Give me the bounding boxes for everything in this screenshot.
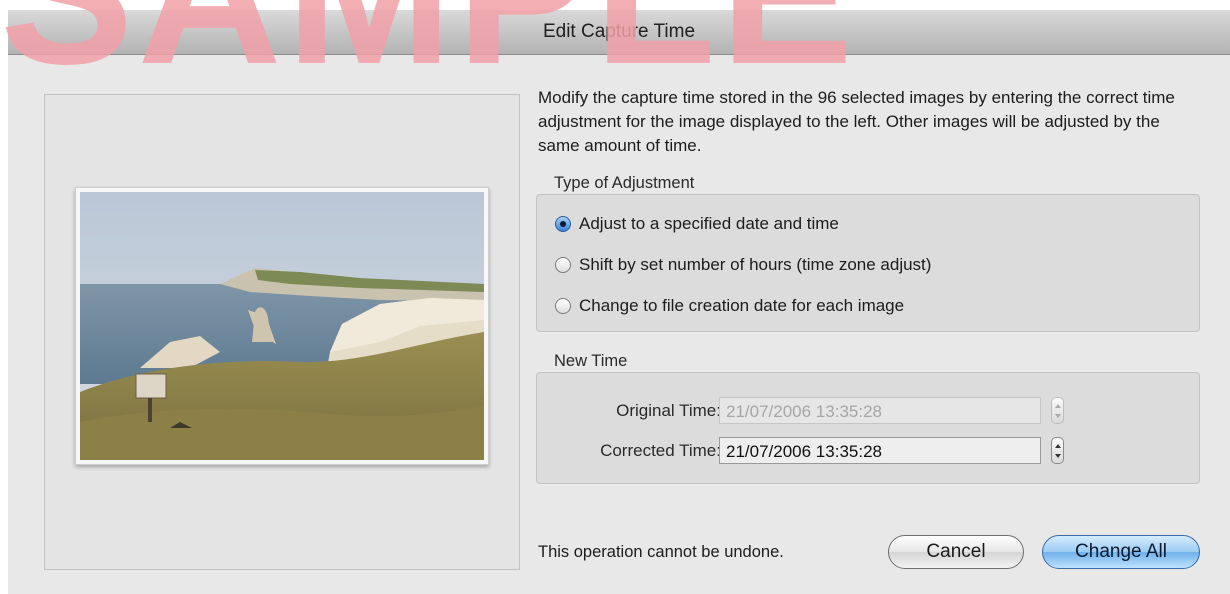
description-text: Modify the capture time stored in the 96… <box>538 88 1175 155</box>
undo-warning-text: This operation cannot be undone. <box>538 543 784 561</box>
stepper-arrows-icon <box>1051 397 1064 424</box>
radio-file-creation-date[interactable]: Change to file creation date for each im… <box>555 294 904 318</box>
edit-capture-time-dialog: Edit Capture Time Modify the capture tim… <box>8 10 1230 594</box>
new-time-label: New Time <box>554 352 628 370</box>
image-preview-panel <box>44 94 520 570</box>
type-of-adjustment-label: Type of Adjustment <box>554 174 695 192</box>
stepper-arrows-icon[interactable] <box>1051 437 1064 464</box>
corrected-time-row: Corrected Time: 21/07/2006 13:35:28 <box>537 437 1199 465</box>
coastal-cliff-photo <box>80 192 484 460</box>
radio-label: Adjust to a specified date and time <box>579 214 839 233</box>
radio-label: Change to file creation date for each im… <box>579 296 905 315</box>
radio-unselected-icon[interactable] <box>555 298 571 314</box>
dialog-title: Edit Capture Time <box>8 10 1230 55</box>
image-preview-frame <box>75 187 489 465</box>
corrected-time-label: Corrected Time: <box>600 441 721 460</box>
adjustment-options-group: Adjust to a specified date and time Shif… <box>536 194 1200 332</box>
original-time-field: 21/07/2006 13:35:28 <box>719 397 1041 424</box>
new-time-group: Original Time: 21/07/2006 13:35:28 Corre… <box>536 372 1200 484</box>
original-time-label: Original Time: <box>616 401 721 420</box>
radio-selected-icon[interactable] <box>555 216 571 232</box>
radio-label: Shift by set number of hours (time zone … <box>579 255 932 274</box>
change-all-button[interactable]: Change All <box>1042 535 1200 569</box>
radio-unselected-icon[interactable] <box>555 257 571 273</box>
corrected-time-field[interactable]: 21/07/2006 13:35:28 <box>719 437 1041 464</box>
cancel-button[interactable]: Cancel <box>888 535 1024 569</box>
original-time-row: Original Time: 21/07/2006 13:35:28 <box>537 397 1199 425</box>
radio-adjust-specified[interactable]: Adjust to a specified date and time <box>555 212 839 236</box>
radio-shift-hours[interactable]: Shift by set number of hours (time zone … <box>555 253 931 277</box>
